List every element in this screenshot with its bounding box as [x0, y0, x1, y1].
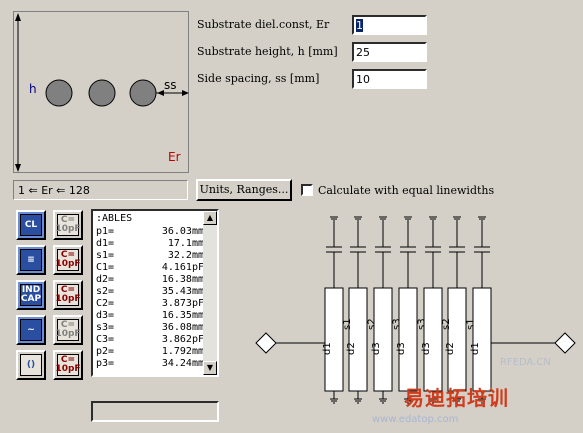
diel-const-field[interactable]: 1 — [352, 15, 427, 35]
capacitor-tool-3[interactable]: C= 10pF — [53, 280, 83, 310]
conductor-1 — [45, 79, 73, 107]
list-item: d2= 16.38mm — [96, 274, 204, 285]
watermark-url: www.edatop.com — [372, 414, 459, 425]
results-list[interactable]: :ABLES p1= 36.03mm d1= 17.1mm s1= 32.2mm C1… — [91, 209, 219, 377]
s-label: s2 — [367, 318, 378, 330]
line-section — [373, 287, 393, 392]
line-section — [423, 287, 443, 392]
list-item: s3= 36.08mm — [96, 322, 204, 333]
substrate-diagram: h ss Er — [13, 11, 189, 173]
list-item: C1= 4.161pF — [96, 262, 204, 273]
height-label: h — [29, 82, 37, 96]
substrate-height-field[interactable]: 25 — [352, 42, 427, 62]
line-section — [447, 287, 467, 392]
conductor-3 — [129, 79, 157, 107]
equal-linewidths-checkbox[interactable] — [301, 184, 313, 196]
coupled-lines-tool[interactable]: CL — [16, 210, 46, 240]
s-label: s3 — [417, 318, 428, 330]
meander-tool[interactable]: ~ — [16, 315, 46, 345]
resonator-tool[interactable]: () — [16, 350, 46, 380]
line-section — [472, 287, 492, 392]
list-item: p1= 36.03mm — [96, 226, 204, 237]
d-label: d2 — [346, 342, 357, 355]
conductor-2 — [88, 79, 116, 107]
units-ranges-button[interactable]: Units, Ranges... — [196, 179, 292, 201]
substrate-cross-section — [15, 13, 189, 172]
d-label: d1 — [470, 342, 481, 355]
line-section — [348, 287, 368, 392]
capacitor-tool-5[interactable]: C= 10pF — [53, 350, 83, 380]
er-range-display: 1 ⇐ Er ⇐ 128 — [13, 180, 188, 200]
status-box — [91, 401, 219, 422]
watermark-brand: 易迪拓培训 — [404, 386, 509, 410]
list-item: s2= 35.43mm — [96, 286, 204, 297]
results-scrollbar[interactable]: ▲ ▼ — [203, 211, 217, 375]
capacitor-tool-4[interactable]: C= 10pF — [53, 315, 83, 345]
d-label: d2 — [445, 342, 456, 355]
list-item: s1= 32.2mm — [96, 250, 204, 261]
watermark-site: RFEDA.CN — [500, 357, 551, 368]
scroll-up-icon[interactable]: ▲ — [203, 211, 217, 225]
line-section — [398, 287, 418, 392]
capacitor-tool-2[interactable]: C= 10pF — [53, 245, 83, 275]
s-label: s1 — [466, 318, 477, 330]
d-label: d3 — [371, 342, 382, 355]
spacing-label: ss — [164, 78, 177, 92]
s-label: s1 — [342, 318, 353, 330]
substrate-height-label: Substrate height, h [mm] — [197, 45, 338, 58]
list-item: p2= 1.792mm — [96, 346, 204, 357]
list-item: d1= 17.1mm — [96, 238, 204, 249]
list-item: p3= 34.24mm — [96, 358, 204, 369]
stepped-lines-tool[interactable]: ≡ — [16, 245, 46, 275]
side-spacing-label: Side spacing, ss [mm] — [197, 72, 320, 85]
ind-cap-tool[interactable]: IND CAP — [16, 280, 46, 310]
list-item: d3= 16.35mm — [96, 310, 204, 321]
list-item: C3= 3.862pF — [96, 334, 204, 345]
diel-const-label: Substrate diel.const, Er — [197, 18, 330, 31]
output-port-icon — [554, 332, 576, 354]
input-port-icon — [255, 332, 277, 354]
s-label: s3 — [392, 318, 403, 330]
er-label: Er — [168, 150, 181, 164]
capacitor-tool-1[interactable]: C= 10pF — [53, 210, 83, 240]
side-spacing-field[interactable]: 10 — [352, 69, 427, 89]
d-label: d3 — [421, 342, 432, 355]
equal-linewidths-label[interactable]: Calculate with equal linewidths — [318, 184, 494, 197]
line-section — [324, 287, 344, 392]
results-header: :ABLES — [96, 213, 133, 224]
s-label: s2 — [441, 318, 452, 330]
d-label: d1 — [322, 342, 333, 355]
d-label: d3 — [396, 342, 407, 355]
scroll-down-icon[interactable]: ▼ — [203, 361, 217, 375]
list-item: C2= 3.873pF — [96, 298, 204, 309]
